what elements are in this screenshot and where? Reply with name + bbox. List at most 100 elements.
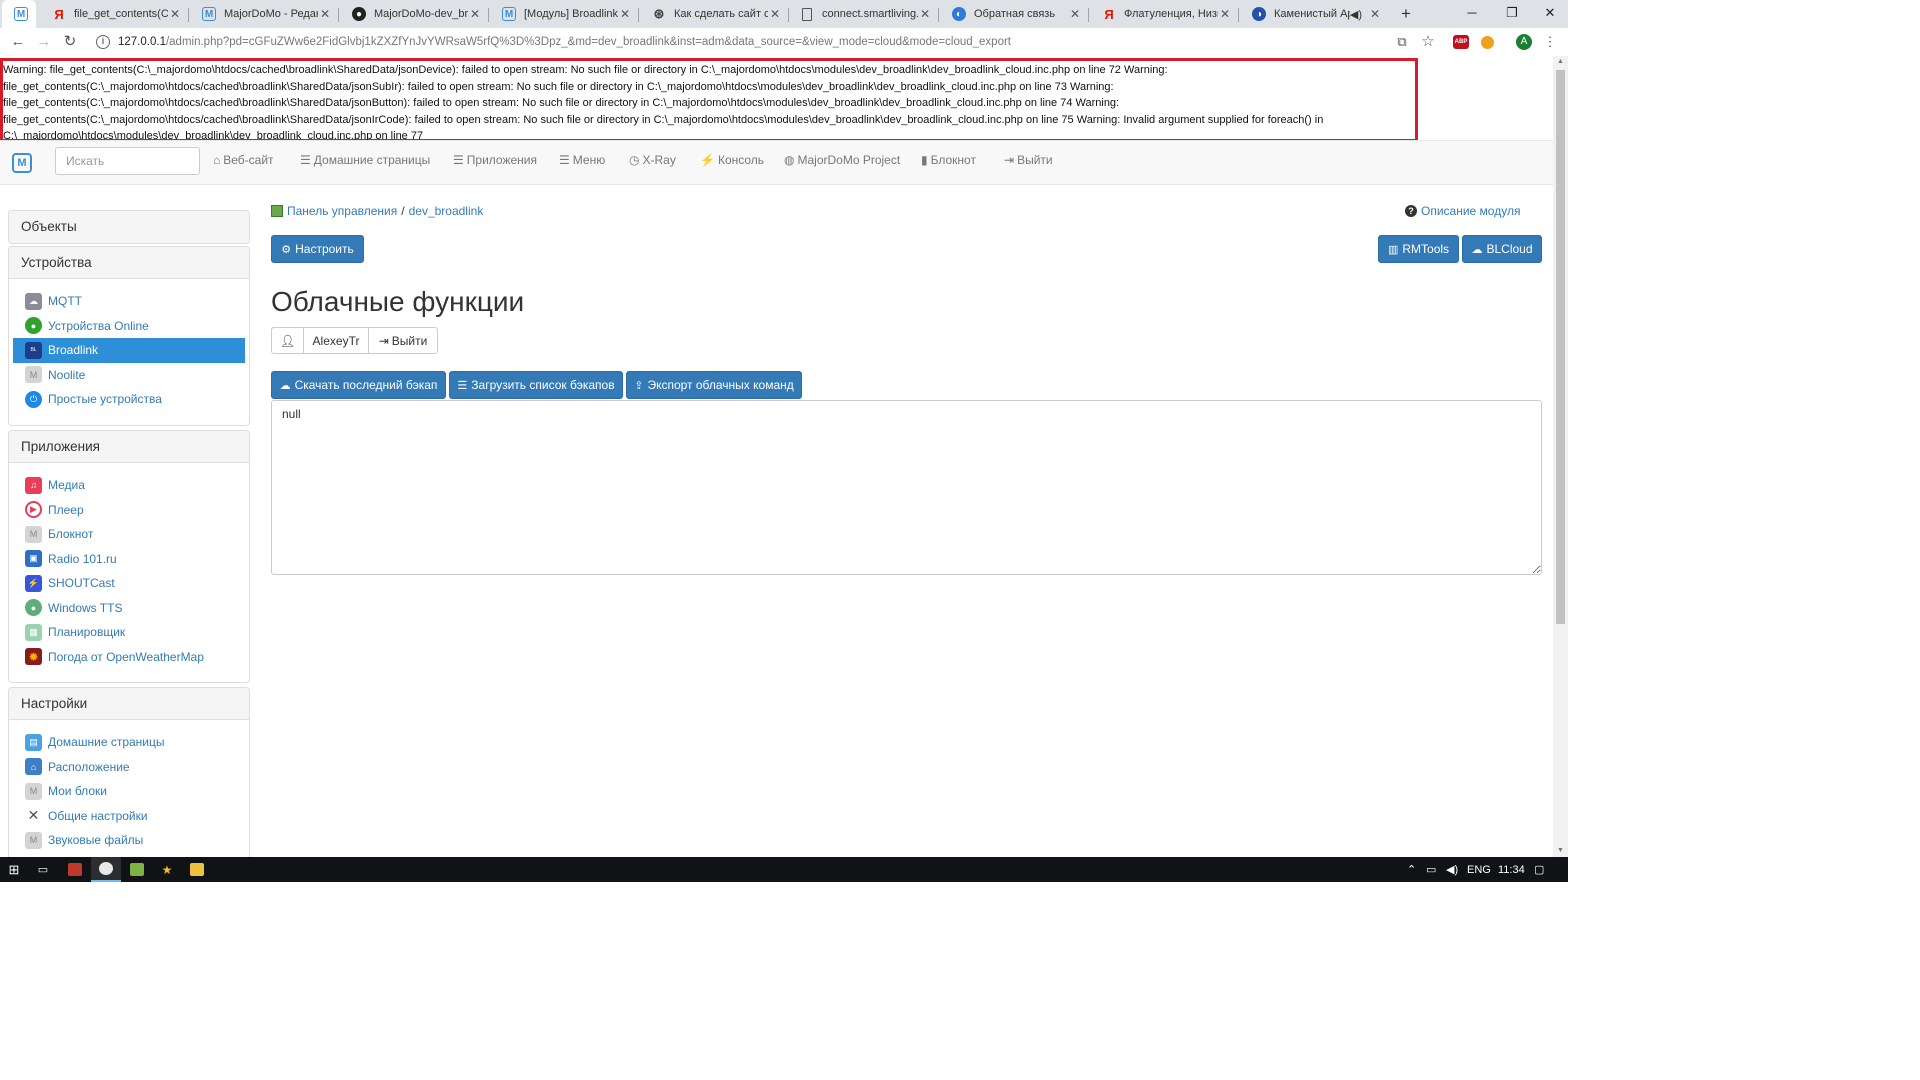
username-button[interactable]: AlexeyTr <box>303 327 369 354</box>
browser-tab-2[interactable]: M MajorDoMo - Редакти ✕ <box>188 0 338 28</box>
translate-icon[interactable]: ⧉ <box>1393 33 1411 51</box>
nav-menu[interactable]: ☰ Меню <box>559 153 605 167</box>
close-tab-icon[interactable]: ✕ <box>1218 7 1232 21</box>
configure-button[interactable]: ⚙ Настроить <box>271 235 364 263</box>
new-tab-button[interactable]: + <box>1396 4 1416 24</box>
menu-dots-icon[interactable]: ⋮ <box>1541 33 1559 51</box>
task-view-icon[interactable]: ▭ <box>33 857 53 882</box>
close-tab-icon[interactable]: ✕ <box>1368 7 1382 21</box>
breadcrumb-home-link[interactable]: Панель управления <box>287 204 397 218</box>
nav-majordomo-project[interactable]: ◍ MajorDoMo Project <box>784 153 900 167</box>
sidebar-header-apps[interactable]: Приложения <box>9 431 249 463</box>
browser-tab-9[interactable]: ◑ Каменистый Арт ◀) ✕ <box>1238 0 1388 28</box>
omnibox[interactable]: i 127.0.0.1/admin.php?pd=cGFuZWw6e2FidGl… <box>88 31 1440 53</box>
close-tab-icon[interactable]: ✕ <box>618 7 632 21</box>
search-input[interactable] <box>55 147 200 175</box>
close-window-button[interactable]: ✕ <box>1530 0 1570 28</box>
close-tab-icon[interactable]: ✕ <box>318 7 332 21</box>
notifications-icon[interactable]: ▢ <box>1534 857 1544 882</box>
taskbar-app-chrome[interactable] <box>91 857 121 882</box>
restore-window-button[interactable]: ❐ <box>1492 0 1532 28</box>
load-backups-button[interactable]: ☰ Загрузить список бэкапов <box>449 371 623 399</box>
download-backup-button[interactable]: ☁ Скачать последний бэкап <box>271 371 446 399</box>
close-tab-icon[interactable]: ✕ <box>768 7 782 21</box>
browser-tab-6[interactable]: connect.smartliving.ru ✕ <box>788 0 938 28</box>
close-tab-icon[interactable]: ✕ <box>918 7 932 21</box>
sidebar-item-broadlink[interactable]: BL Broadlink <box>13 338 245 363</box>
nav-home-pages[interactable]: ☰ Домашние страницы <box>300 153 430 167</box>
export-output-textarea[interactable]: null <box>271 400 1542 575</box>
blcloud-button[interactable]: ☁ BLCloud <box>1462 235 1542 263</box>
bookmark-star-icon[interactable]: ☆ <box>1419 33 1437 51</box>
sidebar-item-weather[interactable]: ✹ Погода от OpenWeatherMap <box>13 645 245 670</box>
sidebar-item-player[interactable]: ▶ Плеер <box>13 498 245 523</box>
sidebar-item-radio[interactable]: ▣ Radio 101.ru <box>13 547 245 572</box>
sidebar-item-home-pages[interactable]: ▤ Домашние страницы <box>13 730 245 755</box>
export-cloud-commands-button[interactable]: ⇪ Экспорт облачных команд <box>626 371 802 399</box>
close-tab-icon[interactable]: ✕ <box>168 7 182 21</box>
sidebar-item-devices-online[interactable]: ● Устройства Online <box>13 314 245 339</box>
forward-icon[interactable]: → <box>34 33 54 51</box>
taskbar-app-explorer[interactable] <box>182 857 212 882</box>
close-tab-icon[interactable]: ✕ <box>468 7 482 21</box>
browser-tab-8[interactable]: Я Флатуленция, Низкая ✕ <box>1088 0 1238 28</box>
nav-console[interactable]: ⚡ Консоль <box>700 153 764 167</box>
user-icon-button[interactable]: 👤︎ <box>271 327 304 354</box>
sidebar-panel-devices: Устройства ☁ MQTT ● Устройства Online BL Br… <box>8 246 250 426</box>
browser-tab-5[interactable]: ⊛ Как сделать сайт сам ✕ <box>638 0 788 28</box>
module-help-link[interactable]: ? Описание модуля <box>1405 204 1520 218</box>
browser-tab-7[interactable]: ◐ Обратная связь ✕ <box>938 0 1088 28</box>
volume-icon[interactable]: ◀) <box>1446 857 1458 882</box>
nav-logout[interactable]: ⇥ Выйти <box>1004 153 1053 167</box>
reload-icon[interactable]: ↻ <box>60 33 80 51</box>
breadcrumb-current-link[interactable]: dev_broadlink <box>409 204 484 218</box>
info-icon[interactable]: i <box>96 35 110 49</box>
browser-tab-1[interactable]: Я file_get_contents(C:\_m ✕ <box>38 0 188 28</box>
nav-xray[interactable]: ◷ X-Ray <box>629 153 676 167</box>
speaker-icon[interactable]: ◀) <box>1350 8 1362 21</box>
browser-tab-3[interactable]: ● MajorDoMo-dev_broa ✕ <box>338 0 488 28</box>
majordomo-logo-icon[interactable]: M <box>12 153 32 173</box>
tray-chevron-icon[interactable]: ⌃ <box>1407 857 1416 882</box>
extension-icon[interactable] <box>1481 36 1494 49</box>
cloud-logout-button[interactable]: ⇥ Выйти <box>368 327 438 354</box>
minimize-window-button[interactable]: ─ <box>1452 0 1492 28</box>
scroll-up-icon[interactable]: ▲ <box>1553 56 1568 68</box>
sidebar-item-mqtt[interactable]: ☁ MQTT <box>13 289 245 314</box>
language-indicator[interactable]: ENG <box>1467 857 1491 882</box>
sidebar-header-settings[interactable]: Настройки <box>9 688 249 720</box>
nav-notebook[interactable]: ▮ Блокнот <box>921 153 976 167</box>
browser-tab-majordomo-active[interactable]: M <box>2 0 36 28</box>
rmtools-button[interactable]: ▥ RMTools <box>1378 235 1459 263</box>
sidebar-item-my-blocks[interactable]: M Мои блоки <box>13 779 245 804</box>
sidebar-item-media[interactable]: ♫ Медиа <box>13 473 245 498</box>
adblock-plus-icon[interactable]: ABP <box>1453 35 1469 49</box>
clock[interactable]: 11:34 <box>1498 857 1525 882</box>
taskbar-app-1[interactable] <box>60 857 90 882</box>
sidebar-header-objects[interactable]: Объекты <box>9 211 249 243</box>
taskbar-app-4[interactable]: ★ <box>152 857 182 882</box>
sidebar-item-simple-devices[interactable]: ⏻ Простые устройства <box>13 387 245 412</box>
nav-website[interactable]: ⌂ Веб-сайт <box>213 153 274 167</box>
network-icon[interactable]: ▭ <box>1426 857 1436 882</box>
taskbar-app-3[interactable] <box>122 857 152 882</box>
scrollbar-thumb[interactable] <box>1556 70 1565 624</box>
profile-avatar[interactable]: A <box>1516 34 1532 50</box>
scroll-down-icon[interactable]: ▼ <box>1553 845 1568 857</box>
browser-tab-4[interactable]: M [Модуль] Broadlink (d ✕ <box>488 0 638 28</box>
sidebar-item-shoutcast[interactable]: ⚡ SHOUTCast <box>13 571 245 596</box>
windows-start-icon[interactable]: ⊞ <box>4 857 24 882</box>
sidebar-item-location[interactable]: ⌂ Расположение <box>13 755 245 780</box>
nav-applications[interactable]: ☰ Приложения <box>453 153 537 167</box>
close-tab-icon[interactable]: ✕ <box>1068 7 1082 21</box>
sidebar-item-notebook[interactable]: M Блокнот <box>13 522 245 547</box>
page-scrollbar[interactable]: ▲ ▼ <box>1553 56 1568 857</box>
sidebar-item-windows-tts[interactable]: ● Windows TTS <box>13 596 245 621</box>
sidebar-item-sound-files[interactable]: M Звуковые файлы <box>13 828 245 853</box>
sidebar-item-scheduler[interactable]: ▦ Планировщик <box>13 620 245 645</box>
sidebar-item-general-settings[interactable]: ✕ Общие настройки <box>13 804 245 829</box>
url-text[interactable]: 127.0.0.1/admin.php?pd=cGFuZWw6e2FidGlvb… <box>118 36 1011 48</box>
sidebar-item-noolite[interactable]: M Noolite <box>13 363 245 388</box>
sidebar-header-devices[interactable]: Устройства <box>9 247 249 279</box>
back-icon[interactable]: ← <box>8 33 28 51</box>
